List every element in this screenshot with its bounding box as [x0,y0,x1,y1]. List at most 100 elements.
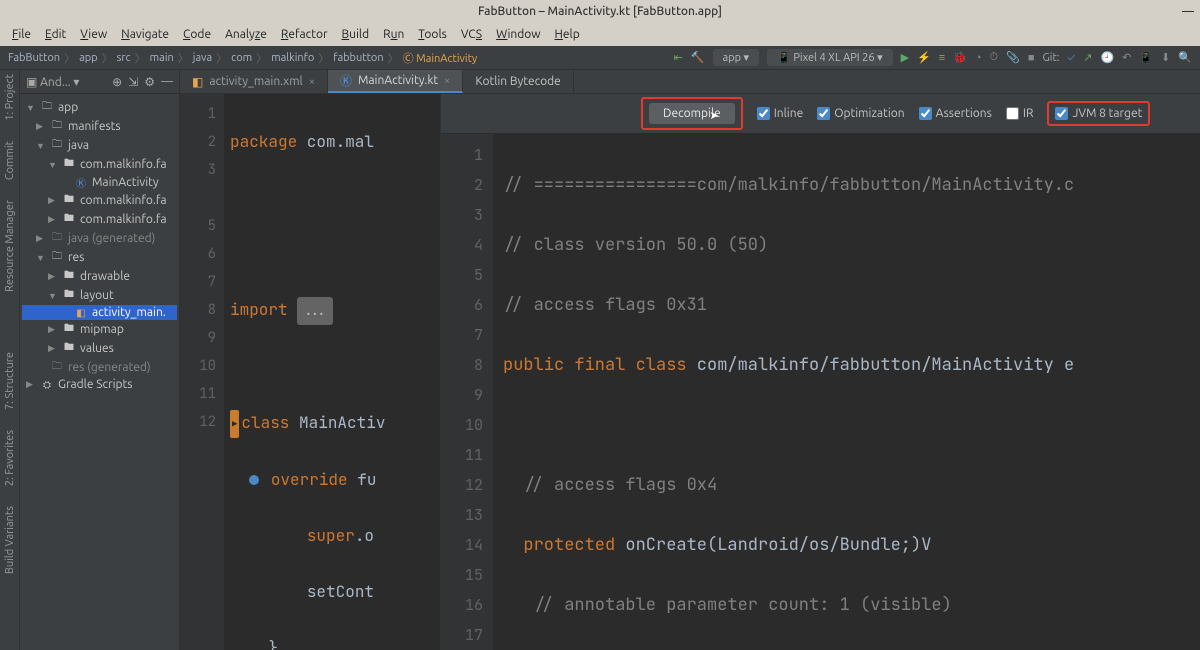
debug-icon[interactable]: 🐞 [953,51,967,64]
sync-icon[interactable]: ⇤ [674,51,683,64]
run-icon[interactable]: ▶ [901,51,909,64]
menu-vcs[interactable]: VCS [455,26,488,43]
menu-analyze[interactable]: Analyze [219,26,273,43]
menu-file[interactable]: File [6,26,37,43]
stop-icon[interactable]: ■ [1028,52,1035,64]
project-panel: ▣ And... ▾ ⊕ ⇲ ⚙ — ▼🗀app ▶🗀manifests ▼🗀j… [20,70,180,650]
minimize-icon[interactable]: — [1182,5,1194,18]
chk-ir[interactable]: IR [1006,107,1034,120]
tree-node-activity-main[interactable]: ◧activity_main. [22,305,177,320]
toolwin-resource-manager[interactable]: Resource Manager [4,200,16,292]
bytecode-panel: Decompile ➤ Inline Optimization Assertio… [440,94,1200,650]
toolwin-structure[interactable]: 7: Structure [4,352,16,410]
tree-node-java[interactable]: ▼🗀java [22,136,177,155]
menu-edit[interactable]: Edit [39,26,72,43]
toolwin-project[interactable]: 1: Project [4,74,16,121]
tab-kotlin-bytecode[interactable]: Kotlin Bytecode [463,70,573,93]
tree-node-values[interactable]: ▶🖿values [22,339,177,358]
device-selector[interactable]: 📱 Pixel 4 XL API 26 ▾ [767,49,893,66]
tree-node-mipmap[interactable]: ▶🖿mipmap [22,320,177,339]
menu-code[interactable]: Code [177,26,217,43]
menu-build[interactable]: Build [336,26,376,43]
tree-node-java-gen[interactable]: ▶🗀java (generated) [22,229,177,248]
editor-tabs: ◧ activity_main.xml × Ⓚ MainActivity.kt … [180,70,1200,94]
kotlin-editor[interactable]: 1 2 3 5 6 7 8 9 10 11 12 package com.mal… [180,94,440,650]
crumb[interactable]: java [193,52,212,64]
chk-assertions[interactable]: Assertions [919,107,992,120]
menu-view[interactable]: View [74,26,113,43]
attach-icon[interactable]: 📎 [1006,51,1020,64]
tree-node-gradle[interactable]: ▶⛭Gradle Scripts [22,377,177,392]
override-gutter-icon[interactable] [249,475,259,485]
apply-changes-icon[interactable]: ⚡ [917,51,931,64]
git-update-icon[interactable]: ✓ [1068,52,1076,64]
crumb-class[interactable]: Ⓒ MainActivity [403,50,478,66]
bytecode-code[interactable]: // ================com/malkinfo/fabbutto… [493,134,1074,650]
tree-node-package[interactable]: ▼🖿com.malkinfo.fa [22,155,177,174]
crumb[interactable]: com [231,52,252,64]
menu-window[interactable]: Window [490,26,546,43]
crumb[interactable]: fabbutton [333,52,383,64]
scroll-from-source-icon[interactable]: ⊕ [112,75,122,89]
search-icon[interactable]: 🔍 [1178,51,1192,64]
tree-node-package[interactable]: ▶🖿com.malkinfo.fa [22,210,177,229]
tab-label: activity_main.xml [209,75,302,88]
crumb[interactable]: FabButton [8,52,60,64]
git-push-icon[interactable]: ↗ [1083,51,1092,64]
left-tool-strip: 1: Project Commit Resource Manager 7: St… [0,70,20,650]
toolwin-favorites[interactable]: 2: Favorites [4,430,16,486]
crumb[interactable]: app [79,52,98,64]
run-config-selector[interactable]: app ▾ [713,49,760,66]
crumb[interactable]: malkinfo [271,52,314,64]
run-toolbar: ⇤ 🔨 app ▾ 📱 Pixel 4 XL API 26 ▾ ▶ ⚡ ≡ 🐞 … [674,49,1192,66]
window-titlebar: FabButton – MainActivity.kt [FabButton.a… [0,0,1200,22]
gear-icon[interactable]: ⚙ [144,75,155,89]
decompile-button[interactable]: Decompile ➤ [649,103,735,124]
tree-node-app[interactable]: ▼🗀app [22,98,177,117]
coverage-icon[interactable]: ◔ [975,52,982,64]
bytecode-toolbar: Decompile ➤ Inline Optimization Assertio… [441,94,1200,134]
window-title: FabButton – MainActivity.kt [FabButton.a… [478,5,722,18]
tab-mainactivity[interactable]: Ⓚ MainActivity.kt × [328,70,463,93]
git-history-icon[interactable]: 🕘 [1100,51,1114,64]
menu-help[interactable]: Help [549,26,586,43]
close-icon[interactable]: × [444,75,450,87]
make-icon[interactable]: 🔨 [691,51,705,64]
tree-node-manifests[interactable]: ▶🗀manifests [22,117,177,136]
crumb[interactable]: src [117,52,131,64]
tree-node-drawable[interactable]: ▶🖿drawable [22,267,177,286]
menu-navigate[interactable]: Navigate [115,26,175,43]
bytecode-gutter: 123456789101112131415161718 [441,134,493,650]
project-scope-selector[interactable]: ▣ And... ▾ [26,75,79,89]
tree-node-res-gen[interactable]: 🗀res (generated) [22,358,177,377]
tree-node-package[interactable]: ▶🖿com.malkinfo.fa [22,191,177,210]
chk-optimization[interactable]: Optimization [817,107,904,120]
tab-activity-main[interactable]: ◧ activity_main.xml × [180,70,328,93]
menu-run[interactable]: Run [377,26,410,43]
run-gutter-icon[interactable]: ▶ [230,410,239,438]
kotlin-code[interactable]: package com.mal import ... ▶class MainAc… [224,94,385,650]
sdk-icon[interactable]: ⬇ [1161,51,1170,64]
collapse-all-icon[interactable]: ⇲ [128,75,138,89]
crumb[interactable]: main [150,52,174,64]
tree-node-mainactivity[interactable]: ⓀMainActivity [22,174,177,191]
apply-code-icon[interactable]: ≡ [939,52,945,64]
highlight-decompile: Decompile ➤ [641,97,743,130]
toolwin-commit[interactable]: Commit [4,141,16,180]
tree-node-layout[interactable]: ▼🖿layout [22,286,177,305]
avd-icon[interactable]: 📱 [1139,51,1153,64]
menu-refactor[interactable]: Refactor [275,26,334,43]
chk-jvm8[interactable]: JVM 8 target [1055,107,1142,120]
menu-tools[interactable]: Tools [412,26,453,43]
close-icon[interactable]: × [309,76,315,88]
main-menu: File Edit View Navigate Code Analyze Ref… [0,22,1200,46]
fold-badge[interactable]: ... [297,297,332,325]
breadcrumb-bar: FabButton〉 app〉 src〉 main〉 java〉 com〉 ma… [0,46,1200,70]
hide-icon[interactable]: — [161,75,173,88]
chk-inline[interactable]: Inline [757,107,803,120]
tree-node-res[interactable]: ▼🗀res [22,248,177,267]
profiler-icon[interactable]: ⏱ [990,51,999,64]
tab-label: MainActivity.kt [358,74,438,87]
toolwin-build-variants[interactable]: Build Variants [4,506,16,574]
git-rollback-icon[interactable]: ↶ [1122,51,1131,64]
